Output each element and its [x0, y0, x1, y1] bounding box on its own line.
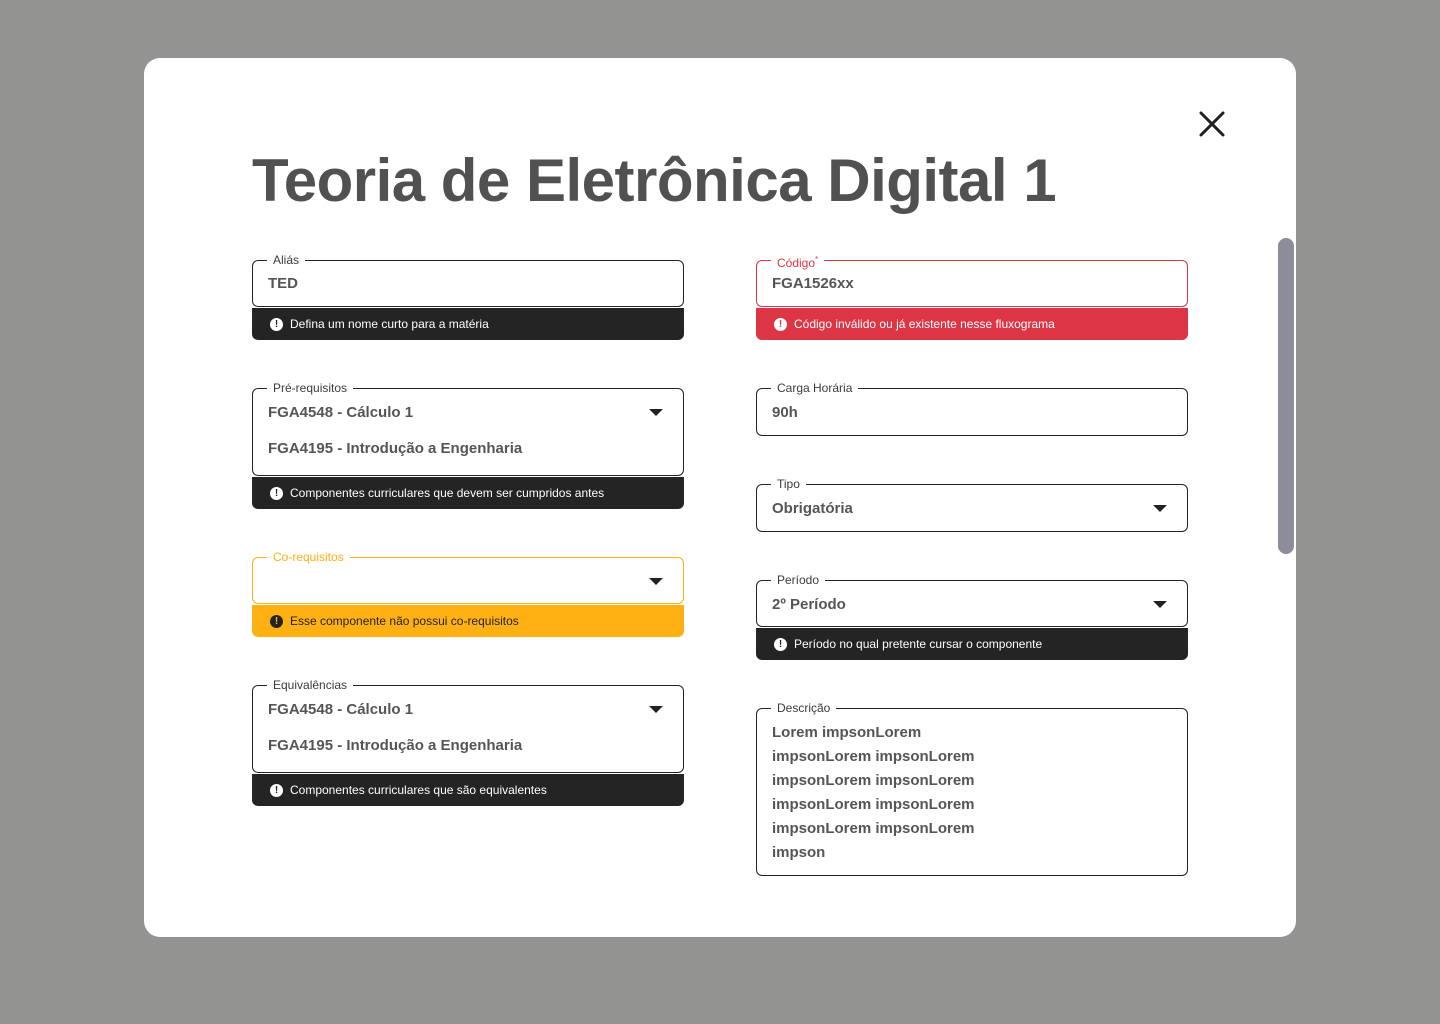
periodo-helper: ! Período no qual pretente cursar o comp… [756, 628, 1188, 660]
equivalencias-helper-text: Componentes curriculares que são equival… [290, 783, 547, 797]
co-requisitos-select[interactable]: Co-requisitos [252, 549, 684, 604]
info-icon: ! [774, 317, 787, 331]
page-title: Teoria de Eletrônica Digital 1 [252, 147, 1057, 214]
info-icon: ! [270, 317, 283, 331]
equivalencias-item[interactable]: FGA4548 - Cálculo 1 [268, 700, 413, 720]
descricao-value[interactable]: Lorem impsonLorem impsonLorem impsonLore… [772, 721, 982, 865]
chevron-down-icon[interactable] [649, 409, 663, 416]
co-requisitos-helper: ! Esse componente não possui co-requisit… [252, 605, 684, 637]
alias-helper: ! Defina um nome curto para a matéria [252, 308, 684, 340]
scrollbar[interactable] [1278, 238, 1294, 558]
codigo-helper: ! Código inválido ou já existente nesse … [756, 308, 1188, 340]
carga-horaria-value[interactable]: 90h [772, 403, 798, 423]
scrollbar-thumb[interactable] [1278, 238, 1294, 554]
equivalencias-label: Equivalências [267, 677, 354, 693]
equivalencias-item[interactable]: FGA4195 - Introdução a Engenharia [268, 736, 522, 756]
carga-horaria-label: Carga Horária [771, 380, 859, 396]
info-icon: ! [270, 783, 283, 797]
modal-dialog: Teoria de Eletrônica Digital 1 Aliás TED… [144, 58, 1296, 937]
chevron-down-icon[interactable] [1153, 505, 1167, 512]
close-button[interactable] [1194, 106, 1230, 142]
pre-requisitos-helper: ! Componentes curriculares que devem ser… [252, 477, 684, 509]
periodo-select[interactable]: Período 2º Período [756, 572, 1188, 627]
tipo-select[interactable]: Tipo Obrigatória [756, 476, 1188, 532]
pre-requisitos-item[interactable]: FGA4195 - Introdução a Engenharia [268, 439, 522, 459]
pre-requisitos-select[interactable]: Pré-requisitos FGA4548 - Cálculo 1 FGA41… [252, 380, 684, 476]
equivalencias-helper: ! Componentes curriculares que são equiv… [252, 774, 684, 806]
alias-helper-text: Defina um nome curto para a matéria [290, 317, 489, 331]
descricao-label: Descrição [771, 700, 837, 716]
info-icon: ! [270, 614, 283, 628]
descricao-textarea[interactable]: Descrição Lorem impsonLorem impsonLorem … [756, 700, 1188, 876]
periodo-value[interactable]: 2º Período [772, 595, 846, 615]
carga-horaria-field[interactable]: Carga Horária 90h [756, 380, 1188, 436]
tipo-label: Tipo [771, 476, 806, 492]
tipo-value[interactable]: Obrigatória [772, 499, 853, 519]
co-requisitos-helper-text: Esse componente não possui co-requisitos [290, 614, 519, 628]
codigo-field[interactable]: Código* FGA1526xx [756, 252, 1188, 307]
codigo-label: Código* [771, 252, 825, 271]
codigo-label-text: Código [777, 256, 816, 270]
codigo-helper-text: Código inválido ou já existente nesse fl… [794, 317, 1055, 331]
info-icon: ! [774, 637, 787, 651]
periodo-label: Período [771, 572, 826, 588]
chevron-down-icon[interactable] [649, 578, 663, 585]
pre-requisitos-helper-text: Componentes curriculares que devem ser c… [290, 486, 605, 500]
pre-requisitos-label: Pré-requisitos [267, 380, 354, 396]
chevron-down-icon[interactable] [1153, 601, 1167, 608]
chevron-down-icon[interactable] [649, 706, 663, 713]
codigo-value[interactable]: FGA1526xx [772, 274, 854, 294]
alias-value[interactable]: TED [268, 274, 298, 294]
alias-field[interactable]: Aliás TED [252, 252, 684, 307]
pre-requisitos-item[interactable]: FGA4548 - Cálculo 1 [268, 403, 413, 423]
alias-label: Aliás [267, 252, 306, 268]
close-icon[interactable] [1194, 106, 1230, 142]
info-icon: ! [270, 486, 283, 500]
required-mark: * [815, 255, 819, 264]
co-requisitos-label: Co-requisitos [267, 549, 350, 565]
periodo-helper-text: Período no qual pretente cursar o compon… [794, 637, 1043, 651]
equivalencias-select[interactable]: Equivalências FGA4548 - Cálculo 1 FGA419… [252, 677, 684, 773]
